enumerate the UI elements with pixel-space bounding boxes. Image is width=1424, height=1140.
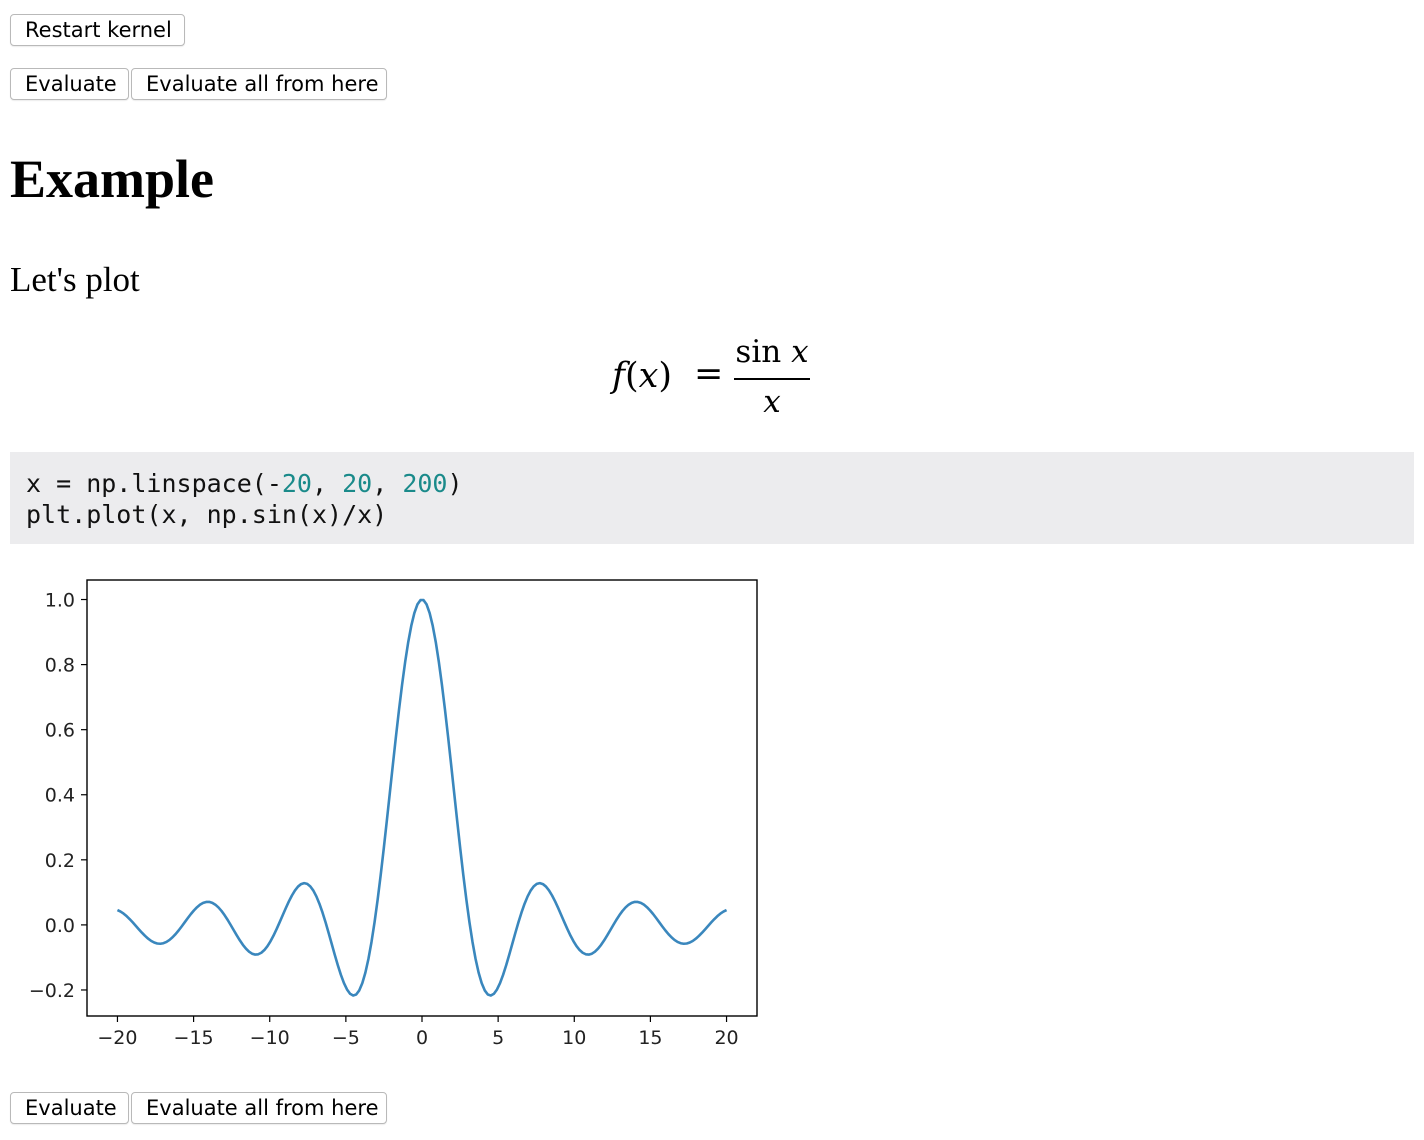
x-tick-label: 15 — [638, 1027, 662, 1049]
code-token: , — [311, 469, 343, 498]
evaluate-button[interactable]: Evaluate — [10, 68, 129, 100]
evaluate-button[interactable]: Evaluate — [10, 1092, 129, 1124]
fraction-bar — [734, 378, 810, 380]
formula-denominator: x — [763, 384, 781, 420]
plot-output: −20 −15 −10 −5 0 5 10 15 20 −0.2 0.0 0.2 0.4 0.6 0.8 1.… — [30, 579, 758, 1049]
x-tick-label: −15 — [174, 1027, 214, 1049]
x-tick-label: 0 — [416, 1027, 428, 1049]
series-line — [116, 598, 728, 997]
intro-text: Let's plot — [10, 260, 140, 299]
x-tick-label: −20 — [97, 1027, 137, 1049]
code-token: ) — [447, 469, 463, 498]
formula: f(x) = sin x x — [608, 330, 818, 426]
evaluate-all-from-here-button[interactable]: Evaluate all from here — [131, 1092, 387, 1124]
code-token: plt.plot(x, np.sin(x)/x) — [26, 500, 388, 529]
y-tick-label: 0.8 — [45, 655, 75, 677]
code-line: x = np.linspace(-20, 20, 200) — [26, 468, 1398, 499]
code-token: x = np.linspace(- — [26, 469, 282, 498]
y-tick-label: 0.6 — [45, 720, 75, 742]
y-tick-label: −0.2 — [30, 980, 75, 1002]
code-number-token: 20 — [281, 469, 312, 498]
y-tick-label: 0.4 — [45, 785, 75, 807]
x-tick-label: 20 — [714, 1027, 738, 1049]
y-tick-label: 0.2 — [45, 850, 75, 872]
restart-kernel-button[interactable]: Restart kernel — [10, 14, 185, 46]
x-tick-label: −5 — [332, 1027, 360, 1049]
y-tick-label: 0.0 — [45, 915, 75, 937]
x-tick-label: −10 — [250, 1027, 290, 1049]
y-tick-label: 1.0 — [45, 590, 75, 612]
code-line: plt.plot(x, np.sin(x)/x) — [26, 499, 1398, 530]
formula-equals: = — [694, 354, 724, 394]
code-cell[interactable]: x = np.linspace(-20, 20, 200) plt.plot(x,… — [10, 452, 1414, 544]
code-token: , — [372, 469, 403, 498]
x-tick-label: 5 — [492, 1027, 504, 1049]
page-title: Example — [10, 149, 215, 209]
formula-numerator: sin x — [735, 334, 809, 370]
code-number-token: 20 — [342, 469, 373, 498]
x-tick-label: 10 — [562, 1027, 586, 1049]
evaluate-all-from-here-button[interactable]: Evaluate all from here — [131, 68, 387, 100]
plot-frame — [86, 579, 758, 1017]
code-number-token: 200 — [402, 469, 448, 498]
formula-lhs: f(x) — [612, 356, 673, 396]
